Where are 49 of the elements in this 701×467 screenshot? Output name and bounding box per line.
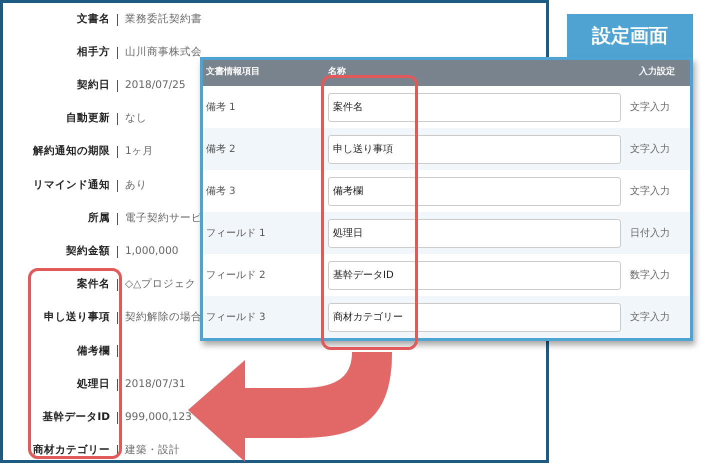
table-cell-text: 数字入力 xyxy=(630,268,670,282)
table-cell-text: フィールド 3 xyxy=(205,310,267,324)
name-input-field[interactable]: 基幹データID xyxy=(328,260,621,290)
field-label: リマインド通知 xyxy=(32,178,110,193)
field-value: なし xyxy=(125,111,147,126)
column-header: 文書情報項目 xyxy=(205,66,261,80)
table-cell-text: 文字入力 xyxy=(630,310,670,324)
table-cell-text: フィールド 1 xyxy=(205,226,267,240)
field-value: 1ヶ月 xyxy=(125,144,154,160)
table-cell-text: 備考 1 xyxy=(205,100,237,114)
table-cell-text: 文字入力 xyxy=(630,184,670,198)
field-label: 解約通知の期限 xyxy=(32,144,110,160)
table-cell-text: 文字入力 xyxy=(630,100,670,114)
field-label: 商材カテゴリー xyxy=(32,443,110,458)
field-value: 2018/07/31 xyxy=(125,376,186,392)
field-label: 文書名 xyxy=(76,12,110,27)
field-value: 999,000,123 xyxy=(125,410,192,425)
field-label: 案件名 xyxy=(76,277,110,292)
field-value: 2018/07/25 xyxy=(125,78,186,94)
field-label: 基幹データID xyxy=(41,410,110,425)
name-input-field[interactable]: 商材カテゴリー xyxy=(328,302,621,332)
settings-badge: 設定画面 xyxy=(567,14,693,58)
name-input-field[interactable]: 案件名 xyxy=(328,92,621,122)
name-input-field[interactable]: 申し送り事項 xyxy=(328,134,621,164)
table-cell-text: 文字入力 xyxy=(630,142,670,156)
field-label: 所属 xyxy=(87,210,110,226)
field-label: 相手方 xyxy=(76,44,110,60)
column-header: 名称 xyxy=(328,66,347,80)
table-cell-text: 日付入力 xyxy=(630,226,670,240)
field-value: 建築・設計 xyxy=(125,443,180,458)
field-value: 契約解除の場合 xyxy=(125,310,202,326)
field-label: 契約金額 xyxy=(65,244,110,260)
field-value: 業務委託契約書 xyxy=(125,12,202,27)
field-label: 備考欄 xyxy=(76,344,110,359)
field-value: 電子契約サービ xyxy=(125,210,202,226)
table-cell-text: フィールド 2 xyxy=(205,268,267,282)
field-label: 自動更新 xyxy=(65,111,110,126)
table-cell-text: 備考 3 xyxy=(205,184,237,198)
field-label: 申し送り事項 xyxy=(43,310,110,326)
field-value: 1,000,000 xyxy=(125,244,178,260)
name-input-field[interactable]: 備考欄 xyxy=(328,176,621,206)
field-value: ◇△プロジェク xyxy=(125,277,196,292)
field-label: 処理日 xyxy=(76,376,110,392)
field-value: 山川商事株式会 xyxy=(125,44,202,60)
table-cell-text: 備考 2 xyxy=(205,142,237,156)
column-header: 入力設定 xyxy=(638,66,675,80)
field-value: あり xyxy=(125,178,147,193)
field-label: 契約日 xyxy=(76,78,110,94)
name-input-field[interactable]: 処理日 xyxy=(328,218,621,248)
